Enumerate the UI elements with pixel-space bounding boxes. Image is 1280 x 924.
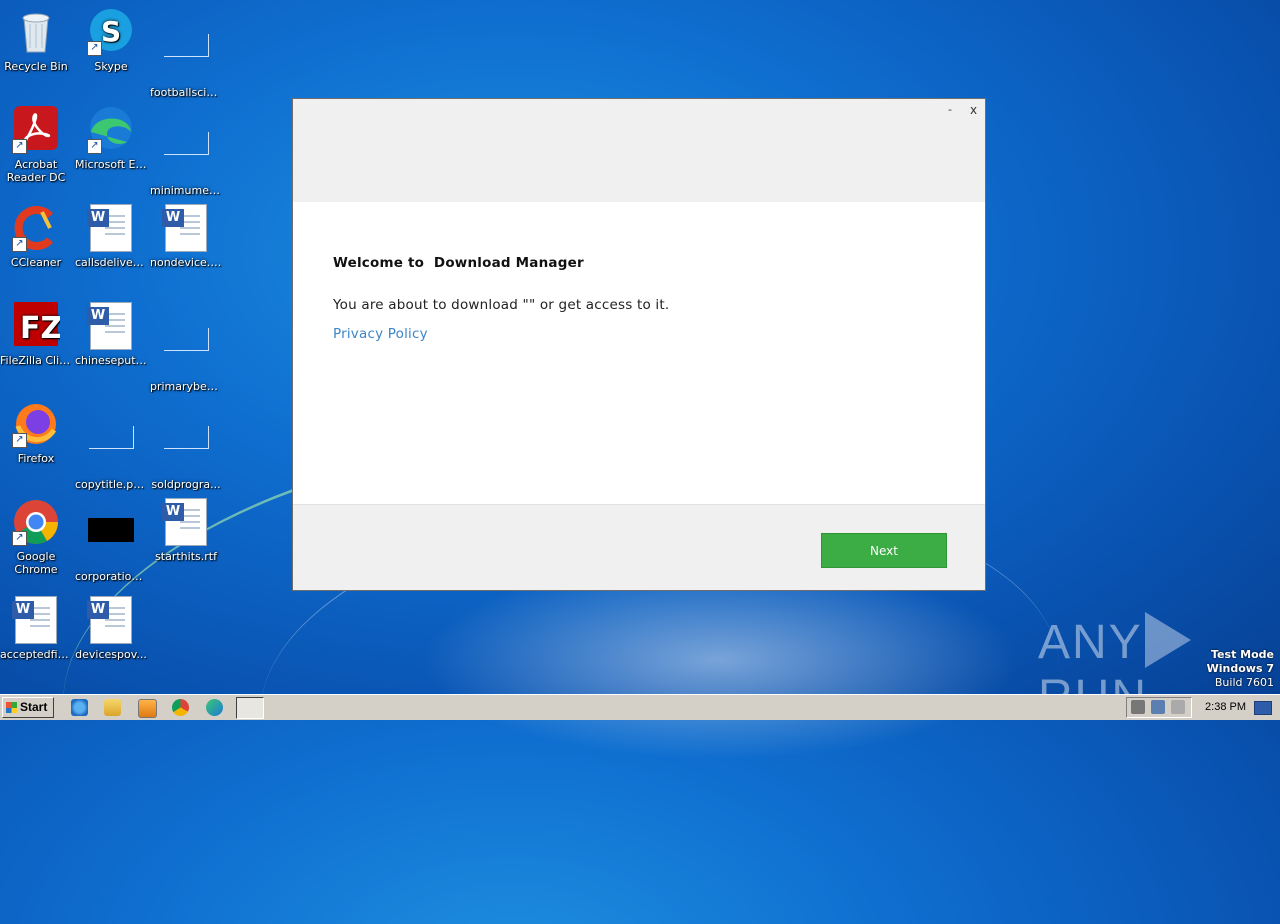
blank-file-icon — [162, 328, 210, 376]
shortcut-arrow-icon: ↗ — [12, 433, 27, 448]
explorer-folder-icon[interactable] — [104, 699, 121, 716]
show-desktop-icon[interactable] — [1254, 701, 1272, 715]
desktop-icon-copytitle[interactable]: copytitle.png — [73, 400, 149, 491]
taskbar-clock[interactable]: 2:38 PM — [1205, 695, 1246, 720]
desktop-icon-skype[interactable]: S ↗ Skype — [73, 8, 149, 73]
word-document-icon: W — [87, 302, 135, 350]
internet-explorer-icon[interactable] — [71, 699, 88, 716]
word-document-icon: W — [162, 498, 210, 546]
os-build-info: Test Mode Windows 7 Build 7601 — [1207, 648, 1274, 690]
download-manager-taskbar-icon[interactable] — [236, 697, 264, 719]
firefox-icon: ↗ — [12, 400, 60, 448]
desktop-icon-devicespov[interactable]: W devicespov... — [73, 596, 149, 661]
chrome-taskbar-icon[interactable] — [172, 699, 189, 716]
desktop-icon-acrobat[interactable]: ↗ Acrobat Reader DC — [0, 106, 74, 184]
black-image-icon — [87, 518, 135, 566]
system-tray — [1126, 697, 1192, 718]
start-label: Start — [20, 700, 48, 714]
shortcut-arrow-icon: ↗ — [12, 139, 27, 154]
blank-file-icon — [162, 34, 210, 82]
desktop-icon-minimumeit[interactable]: minimumeit... — [148, 106, 224, 197]
welcome-heading: Welcome to Download Manager — [333, 255, 584, 271]
windows-version-label: Windows 7 — [1206, 662, 1274, 675]
recycle-bin-icon — [12, 8, 60, 56]
desktop-icon-edge[interactable]: ↗ Microsoft Edge — [73, 106, 149, 171]
desktop-icon-soldprogra[interactable]: soldprogra... — [148, 400, 224, 491]
download-manager-dialog: - x Welcome to Download Manager You are … — [292, 98, 986, 591]
desktop-icon-primarybec[interactable]: primarybec... — [148, 302, 224, 393]
shortcut-arrow-icon: ↗ — [87, 139, 102, 154]
svg-text:FZ: FZ — [20, 311, 60, 346]
skype-icon: S ↗ — [87, 8, 135, 56]
desktop-icon-starthits[interactable]: W starthits.rtf — [148, 498, 224, 563]
desktop-icon-ccleaner[interactable]: ↗ CCleaner — [0, 204, 74, 269]
media-player-icon[interactable] — [138, 699, 157, 718]
shortcut-arrow-icon: ↗ — [12, 237, 27, 252]
word-document-icon: W — [12, 596, 60, 644]
desktop-icon-corporation[interactable]: corporation... — [73, 498, 149, 583]
svg-text:S: S — [101, 15, 121, 48]
test-mode-label: Test Mode — [1211, 648, 1274, 661]
ccleaner-icon: ↗ — [12, 204, 60, 252]
blank-file-icon — [162, 132, 210, 180]
edge-taskbar-icon[interactable] — [206, 699, 223, 716]
play-icon — [1144, 612, 1191, 668]
shortcut-arrow-icon: ↗ — [87, 41, 102, 56]
privacy-policy-link[interactable]: Privacy Policy — [333, 326, 428, 342]
action-center-flag-icon[interactable] — [1171, 700, 1185, 714]
desktop-icon-firefox[interactable]: ↗ Firefox — [0, 400, 74, 465]
volume-icon[interactable] — [1131, 700, 1145, 714]
minimize-button[interactable]: - — [948, 103, 952, 116]
windows-logo-icon — [6, 702, 17, 713]
start-button[interactable]: Start — [2, 697, 54, 718]
watermark-any: ANY — [1038, 616, 1143, 669]
word-document-icon: W — [162, 204, 210, 252]
dialog-header — [293, 99, 985, 202]
desktop-icon-callsdelivery[interactable]: W callsdelivery... — [73, 204, 149, 269]
blank-file-icon — [162, 426, 210, 474]
filezilla-icon: FZ — [12, 302, 62, 350]
next-button[interactable]: Next — [821, 533, 947, 568]
close-button[interactable]: x — [970, 103, 977, 117]
chrome-icon: ↗ — [12, 498, 60, 546]
desktop-icon-chrome[interactable]: ↗ Google Chrome — [0, 498, 74, 576]
edge-icon: ↗ — [87, 106, 135, 154]
acrobat-icon: ↗ — [12, 106, 60, 154]
desktop-icon-recycle-bin[interactable]: Recycle Bin — [0, 8, 74, 73]
build-label: Build 7601 — [1214, 676, 1274, 689]
blank-file-icon — [87, 426, 135, 474]
desktop-icon-footballscie[interactable]: footballscie... — [148, 8, 224, 99]
word-document-icon: W — [87, 204, 135, 252]
desktop-icon-acceptedfin[interactable]: W acceptedfin... — [0, 596, 74, 661]
desktop-icon-nondevice[interactable]: W nondevice.rtf — [148, 204, 224, 269]
taskbar: Start 2:38 PM — [0, 694, 1280, 720]
word-document-icon: W — [87, 596, 135, 644]
download-description: You are about to download "" or get acce… — [333, 297, 670, 313]
desktop-icon-filezilla[interactable]: FZ FileZilla Client — [0, 302, 74, 367]
shortcut-arrow-icon: ↗ — [12, 531, 27, 546]
desktop-icon-chineseput[interactable]: W chineseput.rtf — [73, 302, 149, 367]
network-icon[interactable] — [1151, 700, 1165, 714]
